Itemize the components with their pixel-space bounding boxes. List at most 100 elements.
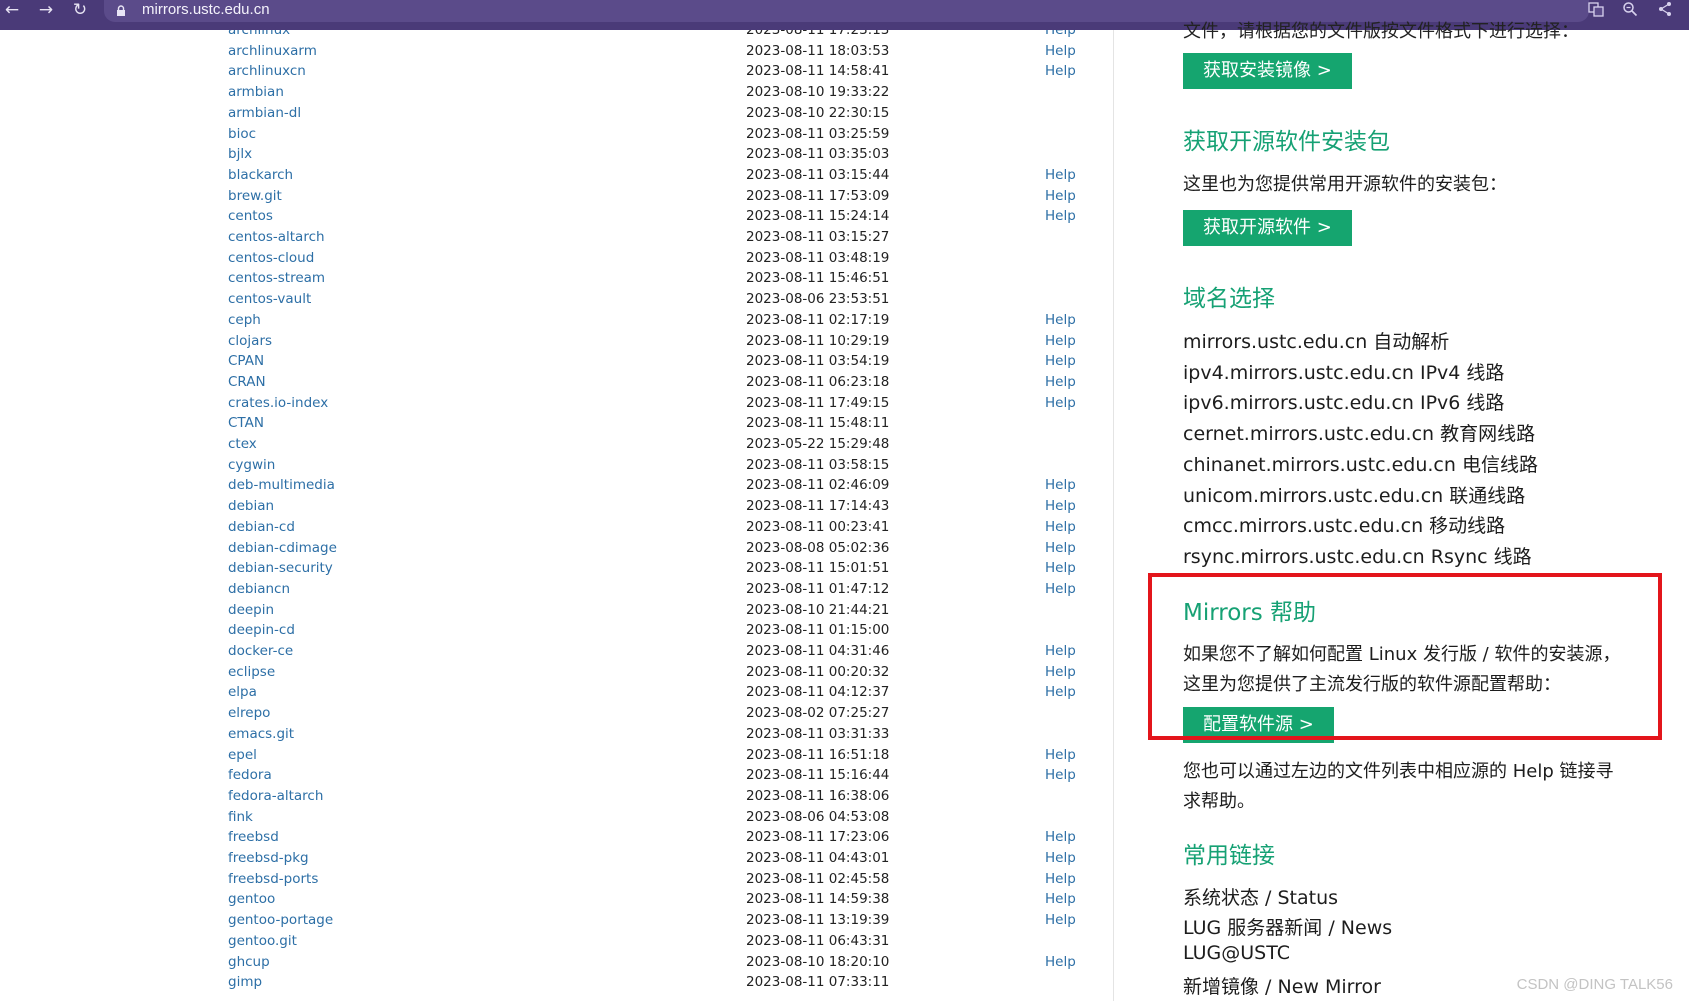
mirror-help-link[interactable]: Help bbox=[1045, 641, 1076, 661]
mirror-help-link[interactable]: Help bbox=[1045, 869, 1076, 889]
table-row: centos-stream 2023-08-11 15:46:51 bbox=[0, 268, 1112, 288]
mirror-name-link[interactable]: gentoo-portage bbox=[228, 910, 333, 930]
mirror-name-link[interactable]: freebsd-pkg bbox=[228, 848, 309, 868]
table-row: ghcup 2023-08-10 18:20:10 Help bbox=[0, 952, 1112, 972]
table-row: deb-multimedia 2023-08-11 02:46:09 Help bbox=[0, 475, 1112, 495]
mirror-help-link[interactable]: Help bbox=[1045, 952, 1076, 972]
mirror-updated-time: 2023-08-11 03:35:03 bbox=[746, 146, 890, 163]
mirror-name-link[interactable]: CPAN bbox=[228, 351, 264, 371]
mirror-name-link[interactable]: bjlx bbox=[228, 144, 252, 164]
mirror-help-link[interactable]: Help bbox=[1045, 331, 1076, 351]
common-link-item[interactable]: 新增镜像 / New Mirror bbox=[1183, 972, 1381, 999]
mirror-name-link[interactable]: armbian-dl bbox=[228, 103, 301, 123]
mirror-name-link[interactable]: centos-stream bbox=[228, 268, 325, 288]
mirror-help-link[interactable]: Help bbox=[1045, 517, 1076, 537]
mirror-name-link[interactable]: freebsd bbox=[228, 827, 279, 847]
mirror-help-link[interactable]: Help bbox=[1045, 475, 1076, 495]
mirror-help-link[interactable]: Help bbox=[1045, 496, 1076, 516]
mirror-updated-time: 2023-08-11 03:25:59 bbox=[746, 125, 890, 142]
common-link-item[interactable]: LUG 服务器新闻 / News bbox=[1183, 913, 1392, 940]
mirror-name-link[interactable]: debian-cdimage bbox=[228, 538, 337, 558]
help-more-line2: 求帮助。 bbox=[1183, 791, 1255, 812]
mirror-help-link[interactable]: Help bbox=[1045, 579, 1076, 599]
mirror-name-link[interactable]: deepin bbox=[228, 600, 274, 620]
mirror-name-link[interactable]: gentoo.git bbox=[228, 931, 297, 951]
mirror-help-link[interactable]: Help bbox=[1045, 765, 1076, 785]
domain-item: mirrors.ustc.edu.cn 自动解析 bbox=[1183, 331, 1450, 353]
mirror-help-link[interactable]: Help bbox=[1045, 206, 1076, 226]
mirror-name-link[interactable]: cygwin bbox=[228, 455, 275, 475]
get-install-image-button[interactable]: 获取安装镜像 > bbox=[1183, 53, 1352, 89]
mirror-name-link[interactable]: docker-ce bbox=[228, 641, 293, 661]
mirror-name-link[interactable]: bioc bbox=[228, 124, 256, 144]
mirror-updated-time: 2023-08-11 13:19:39 bbox=[746, 912, 890, 929]
mirror-help-link[interactable]: Help bbox=[1045, 186, 1076, 206]
mirror-name-link[interactable]: CTAN bbox=[228, 413, 264, 433]
mirror-name-link[interactable]: fink bbox=[228, 807, 253, 827]
mirror-help-link[interactable]: Help bbox=[1045, 910, 1076, 930]
mirror-name-link[interactable]: emacs.git bbox=[228, 724, 294, 744]
mirror-name-link[interactable]: gentoo bbox=[228, 889, 275, 909]
mirror-help-link[interactable]: Help bbox=[1045, 351, 1076, 371]
mirror-name-link[interactable]: centos bbox=[228, 206, 273, 226]
mirror-help-link[interactable]: Help bbox=[1045, 827, 1076, 847]
table-row: ceph 2023-08-11 02:17:19 Help bbox=[0, 310, 1112, 330]
common-link-item[interactable]: 系统状态 / Status bbox=[1183, 883, 1338, 910]
mirror-name-link[interactable]: centos-vault bbox=[228, 289, 311, 309]
zoom-icon[interactable] bbox=[1621, 1, 1639, 19]
mirror-name-link[interactable]: eclipse bbox=[228, 662, 275, 682]
mirror-name-link[interactable]: elrepo bbox=[228, 703, 270, 723]
mirror-name-link[interactable]: debian bbox=[228, 496, 274, 516]
mirror-help-link[interactable]: Help bbox=[1045, 41, 1076, 61]
share-icon[interactable] bbox=[1656, 1, 1674, 19]
mirror-name-link[interactable]: deepin-cd bbox=[228, 620, 295, 640]
mirror-name-link[interactable]: archlinux bbox=[228, 30, 290, 40]
get-software-button[interactable]: 获取开源软件 > bbox=[1183, 210, 1352, 246]
mirror-name-link[interactable]: fedora-altarch bbox=[228, 786, 323, 806]
mirror-help-link[interactable]: Help bbox=[1045, 30, 1076, 40]
mirror-help-link[interactable]: Help bbox=[1045, 61, 1076, 81]
mirror-name-link[interactable]: ghcup bbox=[228, 952, 270, 972]
mirror-help-link[interactable]: Help bbox=[1045, 538, 1076, 558]
mirror-name-link[interactable]: ceph bbox=[228, 310, 261, 330]
mirror-name-link[interactable]: centos-altarch bbox=[228, 227, 325, 247]
mirror-name-link[interactable]: crates.io-index bbox=[228, 393, 328, 413]
mirror-name-link[interactable]: fedora bbox=[228, 765, 272, 785]
mirror-name-link[interactable]: blackarch bbox=[228, 165, 293, 185]
mirror-name-link[interactable]: debian-cd bbox=[228, 517, 295, 537]
mirror-help-link[interactable]: Help bbox=[1045, 848, 1076, 868]
mirror-name-link[interactable]: gimp bbox=[228, 972, 262, 992]
common-link-item[interactable]: LUG@USTC bbox=[1183, 942, 1290, 964]
mirror-help-link[interactable]: Help bbox=[1045, 745, 1076, 765]
table-row: CRAN 2023-08-11 06:23:18 Help bbox=[0, 372, 1112, 392]
mirror-name-link[interactable]: archlinuxarm bbox=[228, 41, 317, 61]
mirror-name-link[interactable]: ctex bbox=[228, 434, 257, 454]
mirror-name-link[interactable]: debian-security bbox=[228, 558, 333, 578]
mirror-help-link[interactable]: Help bbox=[1045, 662, 1076, 682]
translate-icon[interactable] bbox=[1587, 1, 1605, 19]
mirror-name-link[interactable]: archlinuxcn bbox=[228, 61, 306, 81]
mirror-updated-time: 2023-08-11 00:23:41 bbox=[746, 518, 890, 535]
mirror-help-link[interactable]: Help bbox=[1045, 682, 1076, 702]
mirror-name-link[interactable]: brew.git bbox=[228, 186, 282, 206]
mirror-name-link[interactable]: deb-multimedia bbox=[228, 475, 335, 495]
mirror-name-link[interactable]: centos-cloud bbox=[228, 248, 314, 268]
links-section-title: 常用链接 bbox=[1183, 843, 1275, 869]
mirror-help-link[interactable]: Help bbox=[1045, 310, 1076, 330]
forward-icon[interactable]: → bbox=[34, 0, 58, 22]
mirror-name-link[interactable]: freebsd-ports bbox=[228, 869, 318, 889]
mirror-help-link[interactable]: Help bbox=[1045, 372, 1076, 392]
mirror-name-link[interactable]: debiancn bbox=[228, 579, 290, 599]
mirror-name-link[interactable]: clojars bbox=[228, 331, 272, 351]
mirror-updated-time: 2023-08-11 17:49:15 bbox=[746, 394, 890, 411]
mirror-name-link[interactable]: armbian bbox=[228, 82, 284, 102]
back-icon[interactable]: ← bbox=[0, 0, 24, 22]
mirror-help-link[interactable]: Help bbox=[1045, 165, 1076, 185]
mirror-name-link[interactable]: CRAN bbox=[228, 372, 266, 392]
mirror-name-link[interactable]: elpa bbox=[228, 682, 257, 702]
mirror-help-link[interactable]: Help bbox=[1045, 558, 1076, 578]
reload-icon[interactable]: ↻ bbox=[68, 0, 92, 22]
mirror-help-link[interactable]: Help bbox=[1045, 889, 1076, 909]
mirror-help-link[interactable]: Help bbox=[1045, 393, 1076, 413]
mirror-name-link[interactable]: epel bbox=[228, 745, 257, 765]
